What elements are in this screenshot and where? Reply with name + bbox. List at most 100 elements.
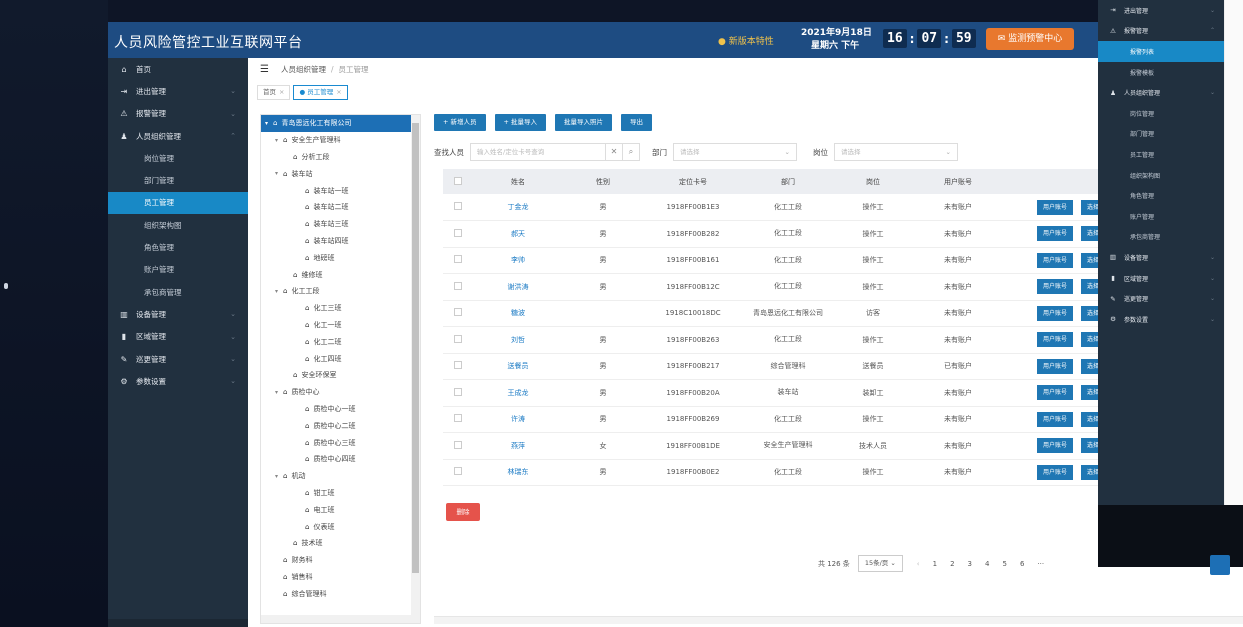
overlay-item-12[interactable]: ▥ 设备管理 ⌄ [1098,247,1224,268]
row-checkbox[interactable] [443,353,473,380]
prev-page-icon[interactable]: ‹ [917,560,920,568]
sidebar-item-14[interactable]: ⚙ 参数设置 ⌄ [108,370,248,392]
tree-node[interactable]: ⌂ 地磅班 [261,249,420,266]
sidebar-item-12[interactable]: ▮ 区域管理 ⌄ [108,326,248,348]
overlay-item-13[interactable]: ▮ 区域管理 ⌄ [1098,268,1224,289]
page-number[interactable]: 4 [985,560,989,568]
cell-name[interactable]: 林瑞东 [473,459,563,486]
overlay-item-11[interactable]: 承包商管理 [1098,227,1224,248]
sidebar-item-9[interactable]: 账户管理 [108,259,248,281]
row-checkbox[interactable] [443,379,473,407]
post-select[interactable]: 请选择 ⌄ [834,143,958,161]
sidebar-item-10[interactable]: 承包商管理 [108,281,248,303]
tree-node[interactable]: ⌂ 钳工班 [261,485,420,502]
overlay-item-6[interactable]: 部门管理 [1098,124,1224,145]
expand-arrow-icon[interactable]: ▾ [275,389,283,396]
user-account-button[interactable]: 用户账号 [1037,464,1074,480]
page-number[interactable]: 5 [1002,560,1006,568]
sidebar-item-4[interactable]: 岗位管理 [108,147,248,169]
tree-node[interactable]: ⌂ 化工三班 [261,300,420,317]
export-button[interactable]: 导出 [621,114,653,131]
new-version-link[interactable]: ● 新版本特性 [718,34,774,47]
row-checkbox[interactable] [443,220,473,248]
select-all-checkbox[interactable] [443,169,473,194]
breadcrumb-parent[interactable]: 人员组织管理 [281,64,326,75]
tree-node[interactable]: ⌂ 装车站四班 [261,233,420,250]
sidebar-item-6[interactable]: 员工管理 [108,191,248,215]
cell-name[interactable]: 王成龙 [473,379,563,407]
tree-node[interactable]: ▾ ⌂ 机动 [261,468,420,485]
page-number[interactable]: 1 [933,560,937,568]
row-checkbox[interactable] [443,432,473,460]
overlay-action-button[interactable] [1210,555,1230,575]
cell-name[interactable]: 刘哲 [473,326,563,354]
overlay-item-1[interactable]: ⚠ 报警管理 ⌃ [1098,21,1224,42]
user-account-button[interactable]: 用户账号 [1037,226,1074,242]
row-checkbox[interactable] [443,194,473,221]
overlay-item-3[interactable]: 报警模板 [1098,62,1224,83]
row-checkbox[interactable] [443,406,473,433]
cell-name[interactable]: 谢洪涛 [473,273,563,301]
tree-node[interactable]: ⌂ 分析工段 [261,149,420,166]
tree-node[interactable]: ⌂ 技术班 [261,535,420,552]
tree-node[interactable]: ⌂ 装车站一班 [261,182,420,199]
tree-node[interactable]: ⌂ 财务科 [261,552,420,569]
overlay-item-14[interactable]: ✎ 巡更管理 ⌄ [1098,288,1224,309]
overlay-item-4[interactable]: ♟ 人员组织管理 ⌄ [1098,82,1224,103]
tree-node[interactable]: ▾ ⌂ 青岛恩远化工有限公司 [261,115,420,132]
tab-0[interactable]: 首页 × [257,85,291,100]
sidebar-item-0[interactable]: ⌂ 首页 [108,58,248,80]
overlay-item-10[interactable]: 账户管理 [1098,206,1224,227]
overlay-item-8[interactable]: 组织架构图 [1098,165,1224,186]
user-account-button[interactable]: 用户账号 [1037,332,1074,348]
overlay-item-5[interactable]: 岗位管理 [1098,103,1224,124]
expand-arrow-icon[interactable]: ▾ [275,137,283,144]
tree-node[interactable]: ▾ ⌂ 化工工段 [261,283,420,300]
tree-node[interactable]: ⌂ 销售科 [261,569,420,586]
expand-arrow-icon[interactable]: ▾ [265,120,273,127]
page-number[interactable]: 2 [950,560,954,568]
page-number[interactable]: 3 [968,560,972,568]
batch-import-button[interactable]: + 批量导入 [494,114,547,131]
user-account-button[interactable]: 用户账号 [1037,438,1074,454]
clear-icon[interactable]: ✕ [606,143,623,161]
tree-node[interactable]: ⌂ 电工班 [261,501,420,518]
department-select[interactable]: 请选择 ⌄ [673,143,797,161]
search-icon[interactable]: ⌕ [623,143,640,161]
sidebar-item-11[interactable]: ▥ 设备管理 ⌄ [108,303,248,325]
user-account-button[interactable]: 用户账号 [1037,385,1074,401]
tree-node[interactable]: ⌂ 安全环保室 [261,367,420,384]
overlay-item-15[interactable]: ⚙ 参数设置 ⌄ [1098,309,1224,330]
cell-name[interactable]: 郝天 [473,220,563,248]
sidebar-item-7[interactable]: 组织架构图 [108,214,248,236]
tab-1[interactable]: ● 员工管理 × [293,85,348,100]
close-icon[interactable]: × [336,88,341,96]
cell-name[interactable]: 送餐员 [473,353,563,380]
expand-arrow-icon[interactable]: ▾ [275,288,283,295]
tree-node[interactable]: ⌂ 综合管理科 [261,585,420,602]
row-checkbox[interactable] [443,273,473,301]
cell-name[interactable]: 糖波 [473,300,563,327]
page-number[interactable]: ··· [1037,560,1044,568]
expand-arrow-icon[interactable]: ▾ [275,170,283,177]
page-size-select[interactable]: 15条/页 ⌄ [857,555,903,572]
tree-node[interactable]: ⌂ 化工四班 [261,350,420,367]
add-person-button[interactable]: + 新增人员 [434,114,486,131]
cell-name[interactable]: 丁金龙 [473,194,563,221]
row-checkbox[interactable] [443,326,473,354]
page-number[interactable]: 6 [1020,560,1024,568]
panel-hscrollbar[interactable] [434,616,1243,624]
tree-node[interactable]: ⌂ 质检中心二班 [261,417,420,434]
import-photos-button[interactable]: 批量导入照片 [555,114,613,131]
sidebar-item-2[interactable]: ⚠ 报警管理 ⌄ [108,103,248,125]
tree-node[interactable]: ⌂ 仪表班 [261,518,420,535]
menu-toggle-icon[interactable]: ☰ [260,64,269,75]
monitor-center-button[interactable]: ✉ 监测预警中心 [986,28,1074,50]
close-icon[interactable]: × [279,88,284,96]
tree-node[interactable]: ▾ ⌂ 安全生产管理科 [261,132,420,149]
cell-name[interactable]: 燕萍 [473,432,563,460]
sidebar-item-13[interactable]: ✎ 巡更管理 ⌄ [108,348,248,370]
overlay-item-0[interactable]: ⇥ 进出管理 ⌄ [1098,0,1224,21]
tree-node[interactable]: ▾ ⌂ 质检中心 [261,384,420,401]
overlay-item-7[interactable]: 员工管理 [1098,144,1224,165]
